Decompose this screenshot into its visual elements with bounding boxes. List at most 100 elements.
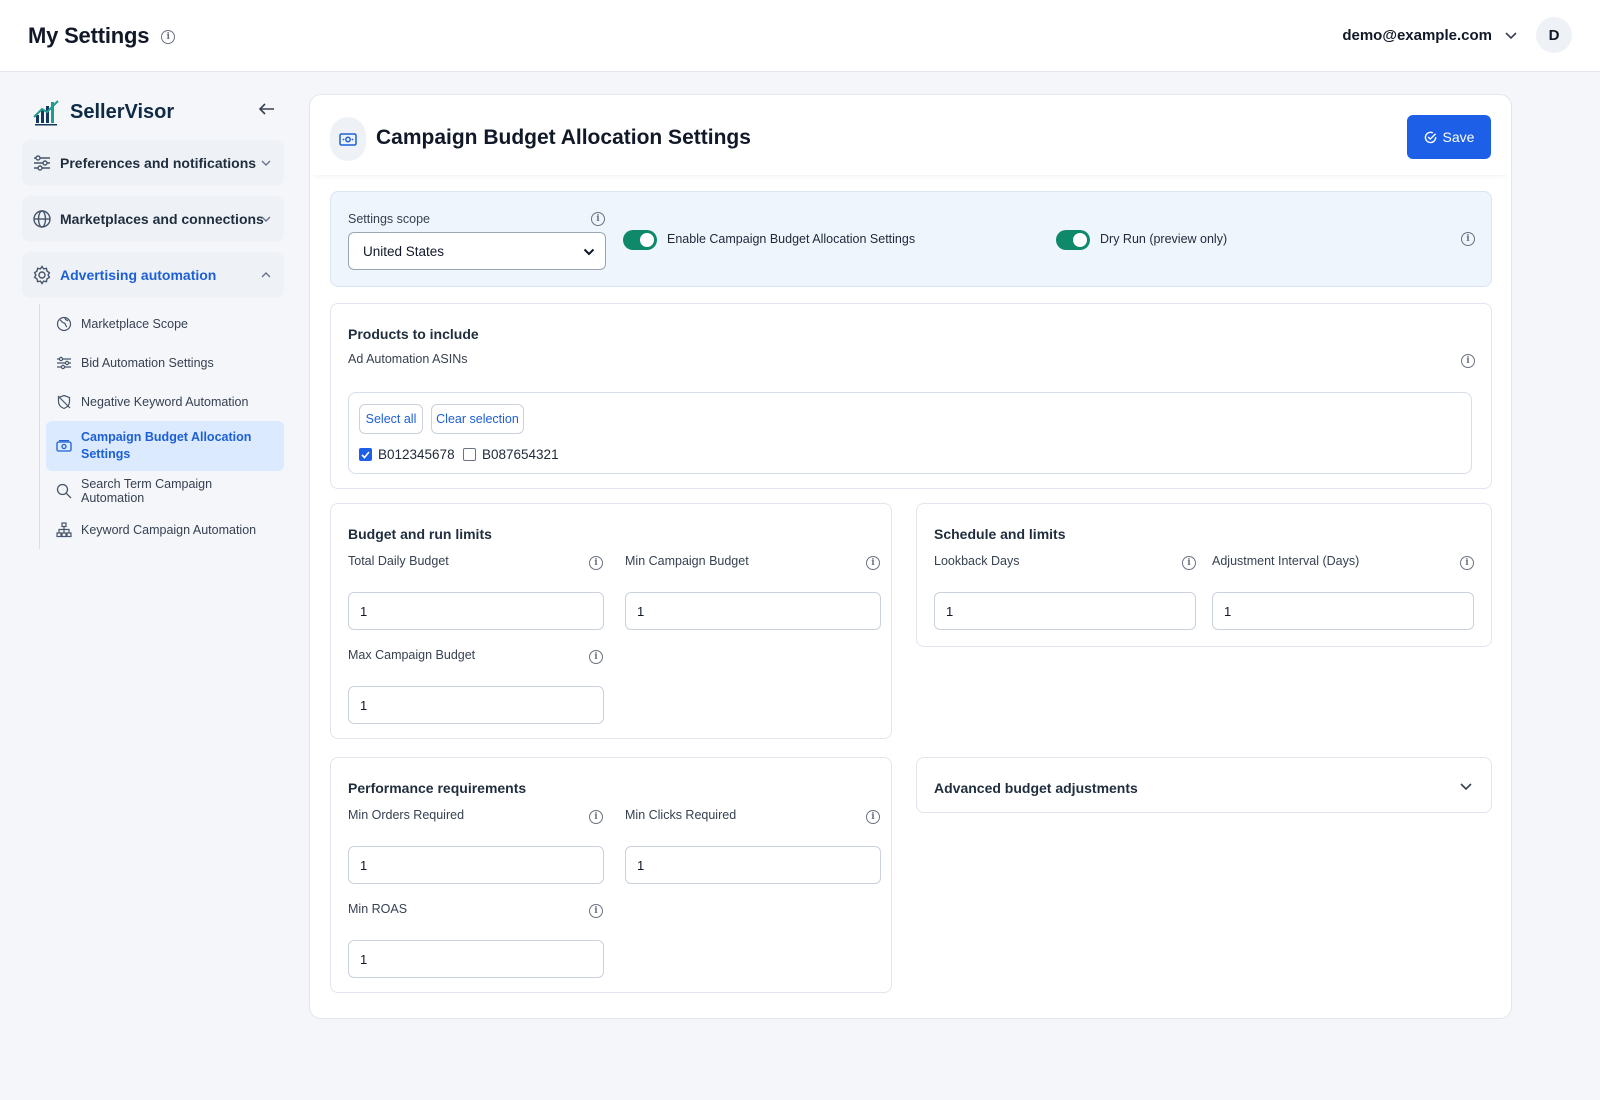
dry-run-toggle[interactable] bbox=[1056, 230, 1090, 250]
sidebar-group-label: Preferences and notifications bbox=[60, 155, 257, 171]
info-icon[interactable]: i bbox=[589, 810, 603, 824]
asin-selector: Select all Clear selection B012345678 B0… bbox=[348, 392, 1472, 474]
info-icon[interactable]: i bbox=[589, 556, 603, 570]
adjustment-interval-input[interactable]: 1 bbox=[1212, 592, 1474, 630]
search-icon bbox=[56, 483, 72, 498]
panel-header: Campaign Budget Allocation Settings Save bbox=[310, 95, 1511, 175]
chevron-down-icon[interactable] bbox=[1504, 28, 1518, 42]
select-all-button[interactable]: Select all bbox=[359, 404, 423, 434]
clear-selection-button[interactable]: Clear selection bbox=[431, 404, 524, 434]
save-button[interactable]: Save bbox=[1407, 115, 1491, 159]
info-icon[interactable]: i bbox=[591, 212, 605, 226]
arrow-left-icon[interactable] bbox=[258, 102, 276, 116]
sidebar-item-label: Search Term Campaign Automation bbox=[81, 476, 213, 505]
info-icon[interactable]: i bbox=[1182, 556, 1196, 570]
sidebar-item-campaign-budget[interactable]: Campaign Budget Allocation Settings bbox=[46, 421, 284, 471]
sidebar-item-label: Negative Keyword Automation bbox=[81, 394, 249, 409]
budget-title: Budget and run limits bbox=[348, 526, 492, 542]
products-card: Products to include Ad Automation ASINs … bbox=[330, 303, 1492, 489]
schedule-title: Schedule and limits bbox=[934, 526, 1066, 542]
min-clicks-input[interactable]: 1 bbox=[625, 846, 881, 884]
asin-checkbox-item[interactable]: B087654321 bbox=[463, 447, 559, 462]
sliders-icon bbox=[34, 155, 50, 171]
max-campaign-budget-input[interactable]: 1 bbox=[348, 686, 604, 724]
settings-scope-select[interactable]: United States bbox=[348, 232, 606, 270]
user-menu[interactable]: demo@example.com D bbox=[1342, 17, 1572, 53]
sidebar-group-label: Marketplaces and connections bbox=[60, 211, 264, 227]
sidebar-subnav: Marketplace Scope Bid Automation Setting… bbox=[39, 304, 284, 549]
avatar[interactable]: D bbox=[1536, 17, 1572, 53]
check-circle-icon bbox=[1424, 131, 1436, 143]
lookback-days-input[interactable]: 1 bbox=[934, 592, 1196, 630]
checkbox[interactable] bbox=[359, 448, 372, 461]
adjustment-interval-label: Adjustment Interval (Days) bbox=[1212, 554, 1360, 568]
asin-id: B087654321 bbox=[482, 447, 559, 462]
min-clicks-label: Min Clicks Required bbox=[625, 808, 737, 822]
info-icon[interactable]: i bbox=[1461, 354, 1475, 368]
logo-icon bbox=[33, 100, 59, 126]
min-campaign-budget-label: Min Campaign Budget bbox=[625, 554, 749, 568]
advanced-card[interactable]: Advanced budget adjustments bbox=[916, 757, 1492, 813]
sidebar-item-label: Bid Automation Settings bbox=[81, 355, 214, 370]
gear-icon bbox=[33, 265, 51, 285]
checkbox[interactable] bbox=[463, 448, 476, 461]
info-icon[interactable]: i bbox=[1460, 556, 1474, 570]
products-title: Products to include bbox=[348, 326, 479, 342]
brand-name: SellerVisor bbox=[70, 100, 175, 123]
user-email[interactable]: demo@example.com bbox=[1342, 27, 1492, 44]
chevron-up-icon bbox=[261, 272, 271, 278]
min-orders-input[interactable]: 1 bbox=[348, 846, 604, 884]
performance-title: Performance requirements bbox=[348, 780, 527, 796]
sidebar-group-marketplaces[interactable]: Marketplaces and connections bbox=[22, 196, 284, 242]
sidebar: SellerVisor Preferences and notification… bbox=[22, 94, 284, 549]
info-icon[interactable]: i bbox=[866, 556, 880, 570]
info-icon[interactable]: i bbox=[1461, 232, 1475, 246]
lookback-days-label: Lookback Days bbox=[934, 554, 1020, 568]
total-daily-budget-input[interactable]: 1 bbox=[348, 592, 604, 630]
sidebar-group-preferences[interactable]: Preferences and notifications bbox=[22, 140, 284, 186]
scope-card: Settings scope i United States Enable Ca… bbox=[330, 191, 1492, 287]
globe-icon bbox=[33, 210, 51, 228]
info-icon[interactable]: i bbox=[161, 30, 176, 44]
chevron-down-icon bbox=[261, 160, 271, 166]
info-icon[interactable]: i bbox=[866, 810, 880, 824]
sidebar-item-marketplace-scope[interactable]: Marketplace Scope bbox=[46, 304, 284, 343]
min-roas-input[interactable]: 1 bbox=[348, 940, 604, 978]
min-orders-label: Min Orders Required bbox=[348, 808, 465, 822]
chevron-down-icon bbox=[583, 248, 595, 256]
sidebar-group-advertising[interactable]: Advertising automation bbox=[22, 252, 284, 298]
settings-scope-label: Settings scope bbox=[348, 212, 430, 226]
main-panel: Campaign Budget Allocation Settings Save… bbox=[309, 94, 1512, 1019]
min-roas-label: Min ROAS bbox=[348, 902, 408, 916]
budget-card: Budget and run limits Total Daily Budget… bbox=[330, 503, 892, 739]
sidebar-item-bid-automation[interactable]: Bid Automation Settings bbox=[46, 343, 284, 382]
total-daily-budget-label: Total Daily Budget bbox=[348, 554, 449, 568]
advanced-title: Advanced budget adjustments bbox=[934, 780, 1138, 796]
sidebar-item-negative-keyword[interactable]: Negative Keyword Automation bbox=[46, 382, 284, 421]
brand: SellerVisor bbox=[22, 94, 284, 130]
sidebar-item-label: Marketplace Scope bbox=[81, 316, 189, 331]
money-icon bbox=[56, 440, 72, 452]
sidebar-item-label: Keyword Campaign Automation bbox=[81, 522, 257, 537]
sidebar-item-search-term[interactable]: Search Term Campaign Automation bbox=[46, 471, 284, 510]
asins-label: Ad Automation ASINs bbox=[348, 352, 468, 366]
asin-id: B012345678 bbox=[378, 447, 455, 462]
top-header: My Settings i demo@example.com D bbox=[0, 0, 1600, 72]
info-icon[interactable]: i bbox=[589, 650, 603, 664]
asin-checkbox-item[interactable]: B012345678 bbox=[359, 447, 455, 462]
save-button-label: Save bbox=[1442, 129, 1475, 145]
dry-run-label: Dry Run (preview only) bbox=[1100, 232, 1228, 246]
performance-card: Performance requirements Min Orders Requ… bbox=[330, 757, 892, 993]
sidebar-item-keyword-campaign[interactable]: Keyword Campaign Automation bbox=[46, 510, 284, 549]
money-icon bbox=[330, 117, 366, 161]
info-icon[interactable]: i bbox=[589, 904, 603, 918]
panel-title: Campaign Budget Allocation Settings bbox=[376, 126, 751, 149]
sidebar-item-label: Campaign Budget Allocation Settings bbox=[81, 430, 252, 461]
shield-off-icon bbox=[57, 394, 71, 409]
enable-toggle[interactable] bbox=[623, 230, 657, 250]
min-campaign-budget-input[interactable]: 1 bbox=[625, 592, 881, 630]
page-title: My Settings bbox=[28, 22, 150, 48]
chevron-down-icon[interactable] bbox=[1459, 780, 1473, 792]
chevron-down-icon bbox=[261, 216, 271, 222]
enable-toggle-label: Enable Campaign Budget Allocation Settin… bbox=[667, 232, 916, 246]
